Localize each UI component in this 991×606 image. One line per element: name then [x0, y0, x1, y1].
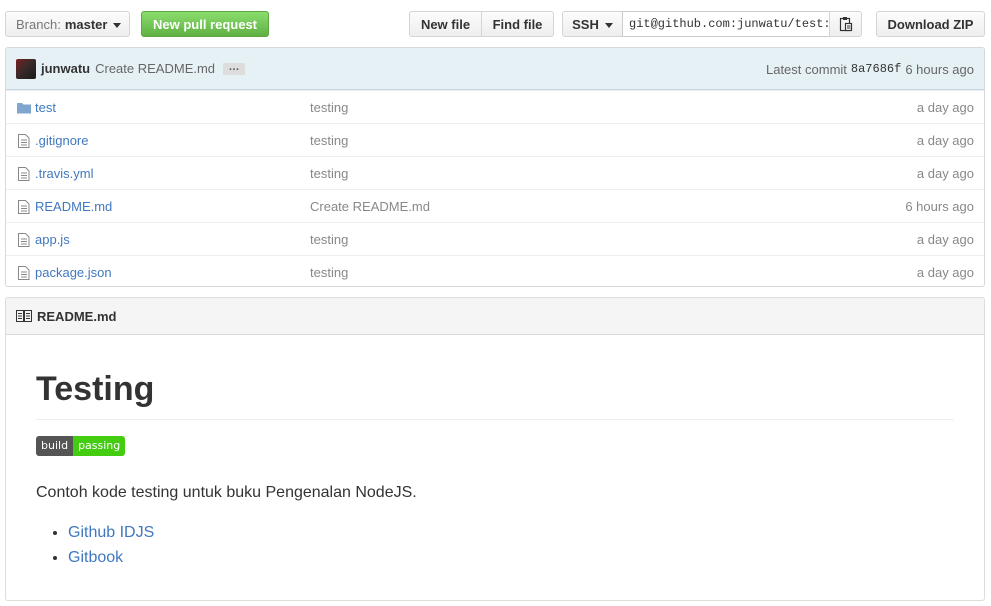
table-row: .gitignore testing a day ago	[6, 123, 984, 156]
build-status-badge[interactable]: build passing	[36, 436, 126, 456]
file-text-icon	[18, 167, 30, 181]
list-item: Github IDJS	[68, 520, 954, 545]
folder-icon	[17, 103, 31, 114]
file-name-link[interactable]: .travis.yml	[35, 166, 94, 181]
readme-title: Testing	[36, 369, 954, 420]
file-name-link[interactable]: README.md	[35, 199, 112, 214]
branch-selector-button[interactable]: Branch: master	[5, 11, 130, 37]
table-row: .travis.yml testing a day ago	[6, 156, 984, 189]
readme-body: Testing build passing Contoh kode testin…	[6, 369, 984, 570]
badge-status: passing	[73, 436, 126, 456]
commit-author-link[interactable]: junwatu	[41, 61, 90, 76]
readme-header: README.md	[6, 298, 984, 335]
file-commit-message[interactable]: testing	[310, 232, 348, 247]
latest-commit-info: Latest commit 8a7686f 6 hours ago	[766, 48, 974, 90]
commit-sha-link[interactable]: 8a7686f	[851, 62, 901, 76]
clone-protocol-button[interactable]: SSH	[562, 11, 623, 37]
expand-commit-button[interactable]: …	[223, 61, 246, 75]
file-commit-message[interactable]: testing	[310, 133, 348, 148]
commit-message-link[interactable]: Create README.md	[95, 61, 215, 76]
file-name-link[interactable]: .gitignore	[35, 133, 88, 148]
download-zip-button[interactable]: Download ZIP	[876, 11, 985, 37]
chevron-down-icon	[113, 22, 122, 28]
latest-commit-label: Latest commit	[765, 61, 847, 77]
file-age: a day ago	[916, 165, 974, 181]
file-text-icon	[18, 200, 30, 214]
file-actions-group: New file Find file	[409, 11, 554, 37]
file-age: a day ago	[916, 231, 974, 247]
file-name-link[interactable]: package.json	[35, 265, 112, 280]
file-commit-message[interactable]: testing	[310, 166, 348, 181]
new-pull-request-button[interactable]: New pull request	[141, 11, 269, 37]
latest-commit-bar: junwatu Create README.md … Latest commit…	[6, 48, 984, 90]
branch-prefix-label: Branch:	[16, 16, 61, 32]
file-name-link[interactable]: app.js	[35, 232, 70, 247]
readme-link-list: Github IDJS Gitbook	[36, 520, 954, 570]
table-row: test testing a day ago	[6, 90, 984, 123]
file-name-link[interactable]: test	[35, 100, 56, 115]
readme-paragraph: Contoh kode testing untuk buku Pengenala…	[36, 484, 417, 501]
badge-label: build	[36, 436, 74, 456]
readme-header-title: README.md	[37, 308, 117, 324]
file-age: a day ago	[916, 99, 974, 115]
copy-to-clipboard-button[interactable]	[829, 11, 862, 37]
commit-age: 6 hours ago	[905, 61, 974, 77]
file-age: a day ago	[916, 132, 974, 148]
file-browser: junwatu Create README.md … Latest commit…	[5, 47, 985, 287]
file-commit-message[interactable]: Create README.md	[310, 199, 430, 214]
clone-url-field[interactable]: git@github.com:junwatu/test:	[622, 11, 830, 37]
file-commit-message[interactable]: testing	[310, 100, 348, 115]
list-item: Gitbook	[68, 545, 954, 570]
branch-name: master	[64, 16, 108, 32]
table-row: README.md Create README.md 6 hours ago	[6, 189, 984, 222]
chevron-down-icon	[604, 22, 613, 28]
clone-protocol-label: SSH	[572, 16, 599, 32]
gitbook-link[interactable]: Gitbook	[68, 549, 123, 566]
file-text-icon	[18, 233, 30, 247]
readme-panel: README.md Testing build passing Contoh k…	[5, 297, 985, 601]
table-row: package.json testing a day ago	[6, 255, 984, 286]
clipboard-icon	[839, 17, 852, 32]
repo-toolbar: Branch: master New pull request New file…	[0, 0, 991, 46]
github-idjs-link[interactable]: Github IDJS	[68, 524, 154, 541]
file-age: 6 hours ago	[905, 198, 974, 214]
book-icon	[16, 310, 32, 322]
new-file-button[interactable]: New file	[409, 11, 482, 37]
file-commit-message[interactable]: testing	[310, 265, 348, 280]
file-text-icon	[18, 266, 30, 280]
file-text-icon	[18, 134, 30, 148]
file-age: a day ago	[916, 264, 974, 280]
table-row: app.js testing a day ago	[6, 222, 984, 255]
avatar[interactable]	[16, 58, 36, 79]
find-file-button[interactable]: Find file	[481, 11, 554, 37]
